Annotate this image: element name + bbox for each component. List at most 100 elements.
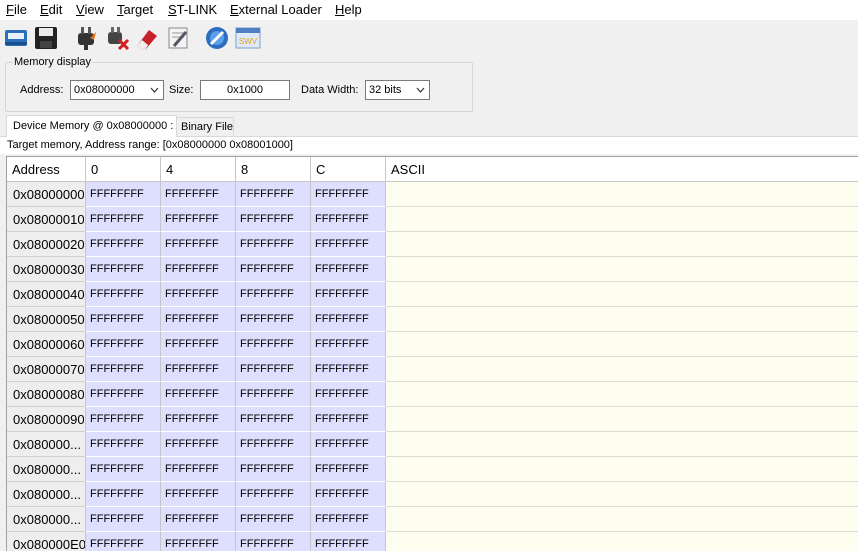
menu-edit[interactable]: Edit bbox=[40, 2, 62, 17]
menu-file[interactable]: File bbox=[6, 2, 27, 17]
row-address[interactable]: 0x080000... bbox=[7, 432, 86, 457]
memory-cell[interactable]: FFFFFFFF bbox=[311, 457, 386, 482]
memory-cell[interactable]: FFFFFFFF bbox=[236, 207, 311, 232]
column-header-8[interactable]: 8 bbox=[236, 157, 311, 182]
memory-cell[interactable]: FFFFFFFF bbox=[86, 432, 161, 457]
memory-cell[interactable]: FFFFFFFF bbox=[236, 532, 311, 551]
memory-cell[interactable]: FFFFFFFF bbox=[236, 182, 311, 207]
memory-cell[interactable]: FFFFFFFF bbox=[161, 307, 236, 332]
program-icon[interactable] bbox=[203, 24, 231, 52]
row-address[interactable]: 0x080000... bbox=[7, 507, 86, 532]
swv-icon[interactable]: SWV bbox=[234, 24, 262, 52]
row-address[interactable]: 0x08000010 bbox=[7, 207, 86, 232]
memory-cell[interactable]: FFFFFFFF bbox=[86, 382, 161, 407]
memory-cell[interactable]: FFFFFFFF bbox=[236, 432, 311, 457]
memory-cell[interactable]: FFFFFFFF bbox=[86, 257, 161, 282]
memory-cell[interactable]: FFFFFFFF bbox=[236, 407, 311, 432]
memory-cell[interactable]: FFFFFFFF bbox=[86, 407, 161, 432]
connect-icon[interactable] bbox=[2, 24, 30, 52]
menu-view[interactable]: View bbox=[76, 2, 104, 17]
menu-help[interactable]: Help bbox=[335, 2, 362, 17]
memory-cell[interactable]: FFFFFFFF bbox=[86, 207, 161, 232]
memory-cell[interactable]: FFFFFFFF bbox=[161, 407, 236, 432]
memory-cell[interactable]: FFFFFFFF bbox=[161, 232, 236, 257]
memory-cell[interactable]: FFFFFFFF bbox=[161, 357, 236, 382]
tab-binary-file[interactable]: Binary File bbox=[176, 117, 234, 137]
memory-cell[interactable]: FFFFFFFF bbox=[86, 532, 161, 551]
menu-st-link[interactable]: ST-LINK bbox=[168, 2, 217, 17]
memory-cell[interactable]: FFFFFFFF bbox=[311, 307, 386, 332]
memory-cell[interactable]: FFFFFFFF bbox=[161, 482, 236, 507]
memory-cell[interactable]: FFFFFFFF bbox=[86, 357, 161, 382]
memory-cell[interactable]: FFFFFFFF bbox=[86, 482, 161, 507]
disconnect-icon[interactable] bbox=[103, 24, 131, 52]
memory-cell[interactable]: FFFFFFFF bbox=[86, 332, 161, 357]
memory-cell[interactable]: FFFFFFFF bbox=[161, 532, 236, 551]
row-address[interactable]: 0x08000060 bbox=[7, 332, 86, 357]
row-address[interactable]: 0x08000020 bbox=[7, 232, 86, 257]
memory-cell[interactable]: FFFFFFFF bbox=[311, 482, 386, 507]
memory-cell[interactable]: FFFFFFFF bbox=[236, 282, 311, 307]
erase-icon[interactable] bbox=[133, 24, 161, 52]
memory-cell[interactable]: FFFFFFFF bbox=[161, 382, 236, 407]
memory-cell[interactable]: FFFFFFFF bbox=[236, 457, 311, 482]
memory-cell[interactable]: FFFFFFFF bbox=[311, 182, 386, 207]
memory-cell[interactable]: FFFFFFFF bbox=[161, 507, 236, 532]
size-field[interactable]: 0x1000 bbox=[200, 80, 290, 100]
memory-cell[interactable]: FFFFFFFF bbox=[311, 432, 386, 457]
row-address[interactable]: 0x08000070 bbox=[7, 357, 86, 382]
memory-cell[interactable]: FFFFFFFF bbox=[236, 232, 311, 257]
memory-cell[interactable]: FFFFFFFF bbox=[161, 457, 236, 482]
memory-cell[interactable]: FFFFFFFF bbox=[161, 182, 236, 207]
save-icon[interactable] bbox=[32, 24, 60, 52]
memory-cell[interactable]: FFFFFFFF bbox=[311, 207, 386, 232]
memory-cell[interactable]: FFFFFFFF bbox=[86, 282, 161, 307]
memory-cell[interactable]: FFFFFFFF bbox=[236, 257, 311, 282]
row-address[interactable]: 0x08000090 bbox=[7, 407, 86, 432]
settings-icon[interactable] bbox=[164, 24, 192, 52]
column-header-ascii[interactable]: ASCII bbox=[386, 157, 858, 182]
memory-cell[interactable]: FFFFFFFF bbox=[311, 407, 386, 432]
memory-cell[interactable]: FFFFFFFF bbox=[161, 432, 236, 457]
memory-cell[interactable]: FFFFFFFF bbox=[161, 282, 236, 307]
memory-cell[interactable]: FFFFFFFF bbox=[311, 532, 386, 551]
plug-icon[interactable] bbox=[72, 24, 100, 52]
row-address[interactable]: 0x08000000 bbox=[7, 182, 86, 207]
memory-cell[interactable]: FFFFFFFF bbox=[236, 382, 311, 407]
memory-cell[interactable]: FFFFFFFF bbox=[311, 232, 386, 257]
tab-device-memory[interactable]: Device Memory @ 0x08000000 : bbox=[6, 115, 177, 137]
memory-cell[interactable]: FFFFFFFF bbox=[236, 357, 311, 382]
memory-cell[interactable]: FFFFFFFF bbox=[86, 507, 161, 532]
memory-cell[interactable]: FFFFFFFF bbox=[86, 457, 161, 482]
memory-cell[interactable]: FFFFFFFF bbox=[311, 332, 386, 357]
memory-cell[interactable]: FFFFFFFF bbox=[161, 332, 236, 357]
column-header-4[interactable]: 4 bbox=[161, 157, 236, 182]
memory-cell[interactable]: FFFFFFFF bbox=[311, 357, 386, 382]
row-address[interactable]: 0x08000040 bbox=[7, 282, 86, 307]
row-address[interactable]: 0x080000... bbox=[7, 457, 86, 482]
memory-cell[interactable]: FFFFFFFF bbox=[236, 332, 311, 357]
memory-cell[interactable]: FFFFFFFF bbox=[236, 307, 311, 332]
memory-cell[interactable]: FFFFFFFF bbox=[236, 482, 311, 507]
memory-cell[interactable]: FFFFFFFF bbox=[161, 257, 236, 282]
memory-cell[interactable]: FFFFFFFF bbox=[311, 382, 386, 407]
memory-cell[interactable]: FFFFFFFF bbox=[311, 507, 386, 532]
row-address[interactable]: 0x080000E0 bbox=[7, 532, 86, 551]
row-address[interactable]: 0x080000... bbox=[7, 482, 86, 507]
memory-cell[interactable]: FFFFFFFF bbox=[236, 507, 311, 532]
address-combo[interactable]: 0x08000000 bbox=[70, 80, 164, 100]
column-header-0[interactable]: 0 bbox=[86, 157, 161, 182]
memory-cell[interactable]: FFFFFFFF bbox=[311, 282, 386, 307]
memory-cell[interactable]: FFFFFFFF bbox=[161, 207, 236, 232]
memory-cell[interactable]: FFFFFFFF bbox=[311, 257, 386, 282]
column-header-c[interactable]: C bbox=[311, 157, 386, 182]
menu-external-loader[interactable]: External Loader bbox=[230, 2, 322, 17]
memory-cell[interactable]: FFFFFFFF bbox=[86, 307, 161, 332]
memory-cell[interactable]: FFFFFFFF bbox=[86, 182, 161, 207]
data-width-select[interactable]: 32 bits bbox=[365, 80, 430, 100]
menu-target[interactable]: Target bbox=[117, 2, 153, 17]
row-address[interactable]: 0x08000030 bbox=[7, 257, 86, 282]
row-address[interactable]: 0x08000050 bbox=[7, 307, 86, 332]
row-address[interactable]: 0x08000080 bbox=[7, 382, 86, 407]
column-header-address[interactable]: Address bbox=[7, 157, 86, 182]
